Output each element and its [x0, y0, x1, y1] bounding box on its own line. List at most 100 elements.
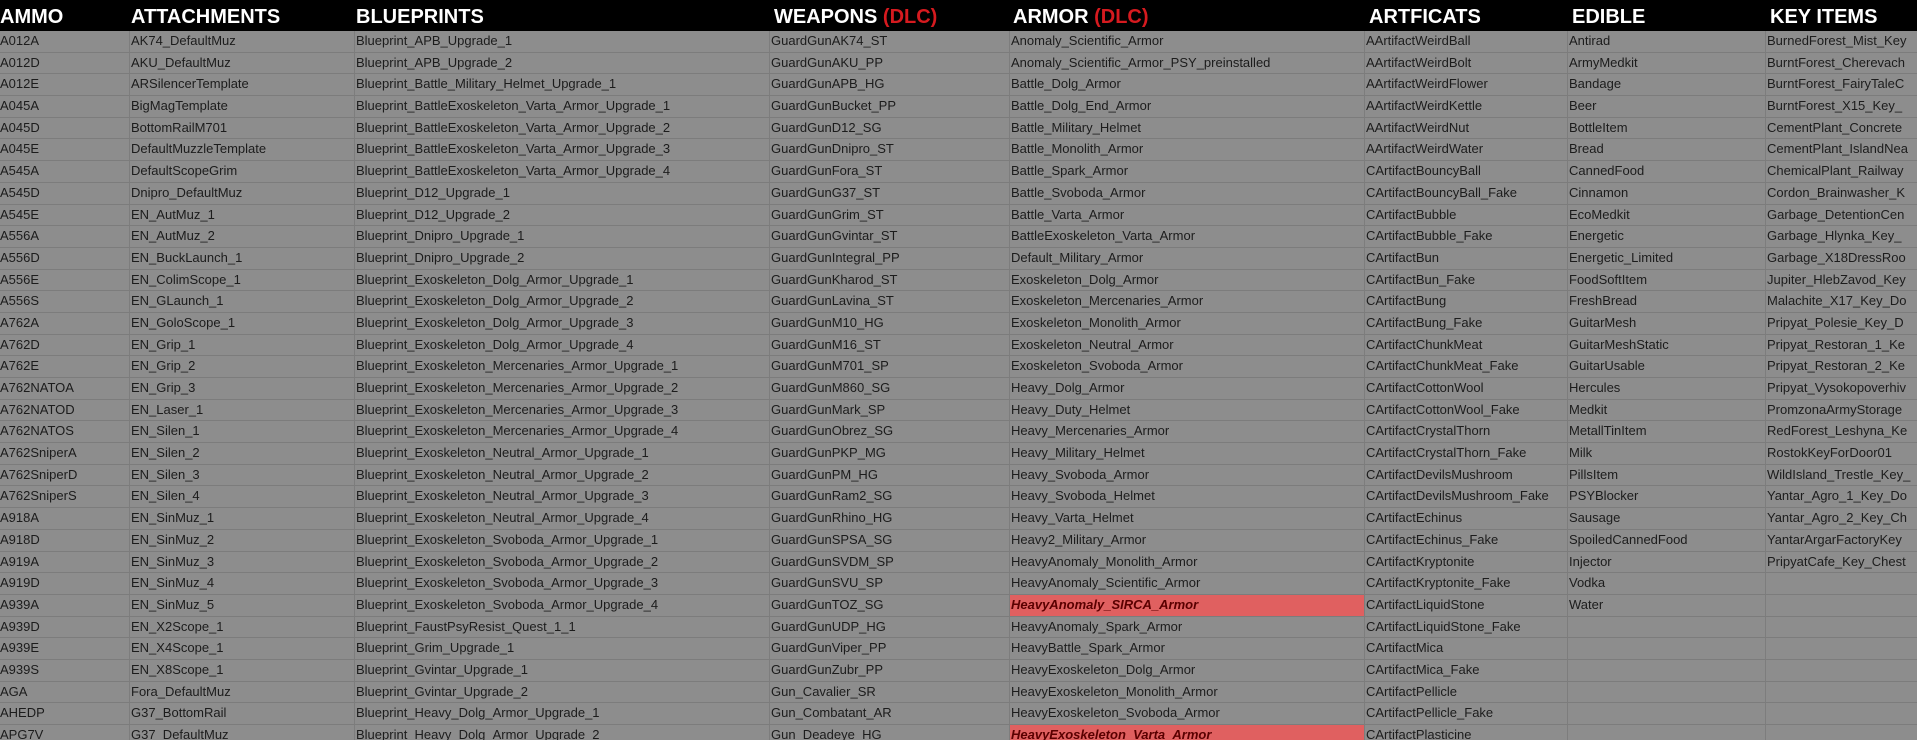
- artifact-cell[interactable]: CArtifactChunkMeat: [1365, 334, 1568, 357]
- blueprint-cell[interactable]: Blueprint_BattleExoskeleton_Varta_Armor_…: [355, 139, 770, 162]
- ammo-cell[interactable]: A939A: [0, 594, 130, 617]
- attachment-cell[interactable]: AK74_DefaultMuz: [130, 31, 355, 53]
- ammo-cell[interactable]: A762NATOS: [0, 421, 130, 444]
- attachment-cell[interactable]: G37_BottomRail: [130, 703, 355, 725]
- key-item-cell[interactable]: PripyatCafe_Key_Chest: [1766, 551, 1917, 574]
- artifact-cell[interactable]: CArtifactKryptonite_Fake: [1365, 573, 1568, 595]
- blueprint-cell[interactable]: Blueprint_Exoskeleton_Dolg_Armor_Upgrade…: [355, 291, 770, 313]
- ammo-cell[interactable]: A545E: [0, 204, 130, 227]
- armor-cell[interactable]: HeavyExoskeleton_Monolith_Armor: [1010, 681, 1365, 704]
- attachment-cell[interactable]: EN_Laser_1: [130, 399, 355, 422]
- armor-cell[interactable]: HeavyAnomaly_Spark_Armor: [1010, 616, 1365, 639]
- armor-cell[interactable]: Battle_Varta_Armor: [1010, 204, 1365, 227]
- key-item-cell[interactable]: PromzonaArmyStorage: [1766, 399, 1917, 422]
- armor-cell[interactable]: Heavy_Dolg_Armor: [1010, 378, 1365, 400]
- blueprint-cell[interactable]: Blueprint_Exoskeleton_Neutral_Armor_Upgr…: [355, 464, 770, 487]
- armor-cell[interactable]: Battle_Spark_Armor: [1010, 161, 1365, 183]
- ammo-cell[interactable]: A939D: [0, 616, 130, 639]
- armor-cell[interactable]: Exoskeleton_Dolg_Armor: [1010, 269, 1365, 292]
- attachment-cell[interactable]: AKU_DefaultMuz: [130, 52, 355, 75]
- artifact-cell[interactable]: CArtifactChunkMeat_Fake: [1365, 356, 1568, 378]
- weapon-cell[interactable]: Gun_Deadeye_HG: [770, 725, 1010, 740]
- ammo-cell[interactable]: A045A: [0, 96, 130, 118]
- artifact-cell[interactable]: AArtifactWeirdNut: [1365, 117, 1568, 140]
- armor-cell[interactable]: Battle_Monolith_Armor: [1010, 139, 1365, 162]
- key-item-cell[interactable]: [1766, 659, 1917, 682]
- artifact-cell[interactable]: AArtifactWeirdFlower: [1365, 74, 1568, 97]
- edible-cell[interactable]: CannedFood: [1568, 161, 1766, 183]
- header-artifacts[interactable]: ARTFICATS: [1365, 5, 1568, 31]
- armor-cell[interactable]: HeavyAnomaly_SIRCA_Armor: [1010, 594, 1365, 617]
- artifact-cell[interactable]: CArtifactCrystalThorn_Fake: [1365, 443, 1568, 465]
- attachment-cell[interactable]: EN_Grip_2: [130, 356, 355, 378]
- armor-cell[interactable]: HeavyExoskeleton_Svoboda_Armor: [1010, 703, 1365, 725]
- header-armor[interactable]: ARMOR (DLC): [1010, 5, 1365, 31]
- key-item-cell[interactable]: Malachite_X17_Key_Do: [1766, 291, 1917, 313]
- armor-cell[interactable]: Exoskeleton_Svoboda_Armor: [1010, 356, 1365, 378]
- weapon-cell[interactable]: GuardGunZubr_PP: [770, 659, 1010, 682]
- ammo-cell[interactable]: A762SniperA: [0, 443, 130, 465]
- attachment-cell[interactable]: DefaultScopeGrim: [130, 161, 355, 183]
- blueprint-cell[interactable]: Blueprint_Gvintar_Upgrade_1: [355, 659, 770, 682]
- weapon-cell[interactable]: GuardGunAKU_PP: [770, 52, 1010, 75]
- ammo-cell[interactable]: A918D: [0, 529, 130, 552]
- key-item-cell[interactable]: BurnedForest_Mist_Key: [1766, 31, 1917, 53]
- blueprint-cell[interactable]: Blueprint_Exoskeleton_Neutral_Armor_Upgr…: [355, 486, 770, 509]
- blueprint-cell[interactable]: Blueprint_Exoskeleton_Svoboda_Armor_Upgr…: [355, 551, 770, 574]
- artifact-cell[interactable]: CArtifactBun: [1365, 247, 1568, 270]
- attachment-cell[interactable]: DefaultMuzzleTemplate: [130, 139, 355, 162]
- attachment-cell[interactable]: EN_Silen_2: [130, 443, 355, 465]
- attachment-cell[interactable]: EN_BuckLaunch_1: [130, 247, 355, 270]
- attachment-cell[interactable]: BottomRailM701: [130, 117, 355, 140]
- edible-cell[interactable]: Water: [1568, 594, 1766, 617]
- ammo-cell[interactable]: A556E: [0, 269, 130, 292]
- weapon-cell[interactable]: GuardGunM10_HG: [770, 312, 1010, 335]
- artifact-cell[interactable]: CArtifactEchinus: [1365, 508, 1568, 530]
- blueprint-cell[interactable]: Blueprint_Exoskeleton_Dolg_Armor_Upgrade…: [355, 312, 770, 335]
- edible-cell[interactable]: Energetic: [1568, 226, 1766, 248]
- edible-cell[interactable]: SpoiledCannedFood: [1568, 529, 1766, 552]
- blueprint-cell[interactable]: Blueprint_APB_Upgrade_1: [355, 31, 770, 53]
- armor-cell[interactable]: HeavyExoskeleton_Dolg_Armor: [1010, 659, 1365, 682]
- blueprint-cell[interactable]: Blueprint_BattleExoskeleton_Varta_Armor_…: [355, 96, 770, 118]
- ammo-cell[interactable]: A045D: [0, 117, 130, 140]
- key-item-cell[interactable]: Pripyat_Restoran_1_Ke: [1766, 334, 1917, 357]
- edible-cell[interactable]: Bandage: [1568, 74, 1766, 97]
- armor-cell[interactable]: Exoskeleton_Monolith_Armor: [1010, 312, 1365, 335]
- weapon-cell[interactable]: GuardGunAPB_HG: [770, 74, 1010, 97]
- key-item-cell[interactable]: CementPlant_Concrete: [1766, 117, 1917, 140]
- header-weapons[interactable]: WEAPONS (DLC): [770, 5, 1010, 31]
- artifact-cell[interactable]: AArtifactWeirdBall: [1365, 31, 1568, 53]
- key-item-cell[interactable]: CementPlant_IslandNea: [1766, 139, 1917, 162]
- attachment-cell[interactable]: EN_GoloScope_1: [130, 312, 355, 335]
- ammo-cell[interactable]: A939E: [0, 638, 130, 660]
- weapon-cell[interactable]: GuardGunG37_ST: [770, 182, 1010, 205]
- header-attachments[interactable]: ATTACHMENTS: [130, 5, 355, 31]
- armor-cell[interactable]: Exoskeleton_Mercenaries_Armor: [1010, 291, 1365, 313]
- weapon-cell[interactable]: Gun_Combatant_AR: [770, 703, 1010, 725]
- armor-cell[interactable]: Battle_Dolg_Armor: [1010, 74, 1365, 97]
- key-item-cell[interactable]: Jupiter_HlebZavod_Key: [1766, 269, 1917, 292]
- ammo-cell[interactable]: A919A: [0, 551, 130, 574]
- attachment-cell[interactable]: EN_Silen_4: [130, 486, 355, 509]
- weapon-cell[interactable]: GuardGunLavina_ST: [770, 291, 1010, 313]
- weapon-cell[interactable]: GuardGunViper_PP: [770, 638, 1010, 660]
- artifact-cell[interactable]: CArtifactBung: [1365, 291, 1568, 313]
- attachment-cell[interactable]: EN_AutMuz_1: [130, 204, 355, 227]
- key-item-cell[interactable]: ChemicalPlant_Railway: [1766, 161, 1917, 183]
- ammo-cell[interactable]: A919D: [0, 573, 130, 595]
- ammo-cell[interactable]: A556A: [0, 226, 130, 248]
- armor-cell[interactable]: Heavy_Duty_Helmet: [1010, 399, 1365, 422]
- artifact-cell[interactable]: CArtifactBubble: [1365, 204, 1568, 227]
- blueprint-cell[interactable]: Blueprint_Exoskeleton_Dolg_Armor_Upgrade…: [355, 334, 770, 357]
- attachment-cell[interactable]: EN_X2Scope_1: [130, 616, 355, 639]
- attachment-cell[interactable]: G37_DefaultMuz: [130, 725, 355, 740]
- header-edible[interactable]: EDIBLE: [1568, 5, 1766, 31]
- key-item-cell[interactable]: Garbage_Hlynka_Key_: [1766, 226, 1917, 248]
- armor-cell[interactable]: HeavyBattle_Spark_Armor: [1010, 638, 1365, 660]
- weapon-cell[interactable]: GuardGunM16_ST: [770, 334, 1010, 357]
- weapon-cell[interactable]: GuardGunTOZ_SG: [770, 594, 1010, 617]
- blueprint-cell[interactable]: Blueprint_Dnipro_Upgrade_2: [355, 247, 770, 270]
- key-item-cell[interactable]: RedForest_Leshyna_Ke: [1766, 421, 1917, 444]
- edible-cell[interactable]: [1568, 659, 1766, 682]
